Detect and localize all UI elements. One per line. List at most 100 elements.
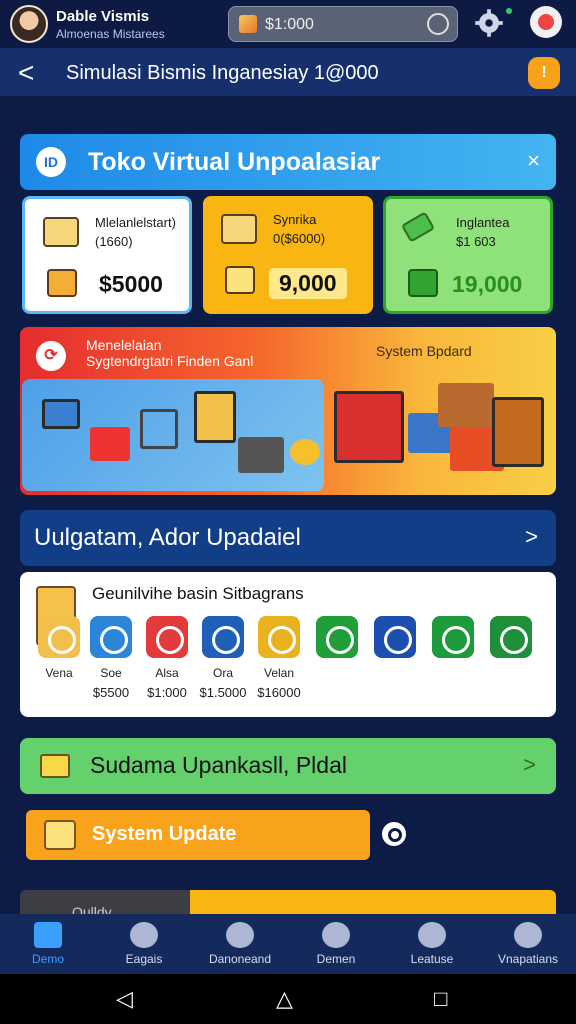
section-title: Uulgatam, Ador Upadaiel: [34, 524, 301, 551]
nav-label: Demen: [316, 952, 356, 966]
stat-label: Inglantea: [456, 215, 510, 230]
chevron-right-icon[interactable]: >: [523, 752, 536, 778]
nav-label: Demo: [31, 952, 64, 966]
cart-icon: [140, 409, 178, 449]
app-tile[interactable]: [374, 616, 416, 658]
nav-item-settings[interactable]: Vnapatians: [480, 914, 576, 974]
mascot-icon[interactable]: [530, 6, 562, 38]
store-illustration: [22, 379, 324, 491]
profile-icon: [322, 922, 350, 948]
refresh-icon[interactable]: [427, 13, 449, 35]
clock-icon[interactable]: [382, 822, 406, 846]
user-name: Dable Vismis: [56, 8, 150, 25]
back-nav-icon[interactable]: ◁: [116, 986, 133, 1012]
faint-link[interactable]: ...: [460, 108, 468, 119]
app-tile[interactable]: [432, 616, 474, 658]
close-icon[interactable]: ×: [527, 148, 540, 174]
chevron-right-icon[interactable]: >: [525, 524, 538, 550]
balance-pill[interactable]: $1:000: [228, 6, 458, 42]
system-update-banner[interactable]: ⟳ Menelelaian Sygtendrgtatri Finden Ganl…: [20, 327, 556, 495]
nav-label: Vnapatians: [497, 952, 559, 966]
nav-item-search[interactable]: Eagais: [96, 914, 192, 974]
app-label: Velan: [263, 666, 295, 680]
system-update-label: System Update: [92, 823, 237, 845]
balance-text: $1:000: [265, 16, 314, 33]
app-tile[interactable]: [146, 616, 188, 658]
app-tile[interactable]: [38, 616, 80, 658]
settings-icon: [514, 922, 542, 948]
green-card-title: Sudama Upankasll, Pldal: [90, 752, 347, 778]
home-nav-icon[interactable]: △: [276, 986, 293, 1012]
android-nav-bar: ◁ △ □: [0, 974, 576, 1024]
banner-subtitle: Sygtendrgtatri Finden Ganl: [86, 353, 254, 369]
page-title: Simulasi Bismis Inganesiay 1@000: [66, 62, 379, 84]
box-icon: [225, 266, 255, 294]
system-update-button[interactable]: System Update: [26, 810, 370, 860]
crate-icon: [408, 269, 438, 297]
notification-dot: [506, 8, 512, 14]
box-icon: [44, 820, 76, 850]
stat-label: Synrika: [273, 212, 317, 227]
bottom-nav: Demo Eagais Danoneand Demen Leatuse Vnapatian…: [0, 914, 576, 974]
app-tile[interactable]: [490, 616, 532, 658]
app-label: Alsa: [155, 666, 179, 680]
stat-sub: $1 603: [456, 234, 496, 249]
app-tile[interactable]: [202, 616, 244, 658]
cart-icon: [90, 427, 130, 461]
store-icon: ID: [36, 147, 66, 177]
document-icon: [221, 214, 257, 244]
back-icon[interactable]: <: [18, 59, 38, 87]
tablet-icon: [194, 391, 236, 443]
app-price: $16000: [257, 685, 301, 700]
nav-item-chat[interactable]: Danoneand: [192, 914, 288, 974]
apps-title: Geunilvihe basin Sitbagrans: [92, 584, 304, 603]
banner-tag: System Bpdard: [376, 343, 472, 359]
machine-icon: [492, 397, 544, 467]
app-tile[interactable]: [258, 616, 300, 658]
stat-value: $5000: [99, 271, 163, 297]
store-card[interactable]: ID Toko Virtual Unpoalasiar ×: [20, 134, 556, 190]
nav-item-profile[interactable]: Demen: [288, 914, 384, 974]
stat-card-3[interactable]: Inglantea $1 603 19,000: [383, 196, 553, 314]
apps-card: Geunilvihe basin Sitbagrans Vena Soe $5500…: [20, 572, 556, 717]
app-price: $1.5000: [199, 685, 247, 700]
monitor-icon: [42, 399, 80, 429]
app-header: < Simulasi Bismis Inganesiay 1@000 !: [0, 48, 576, 98]
folder-icon: [40, 754, 70, 778]
stat-sub: 0($6000): [273, 231, 326, 246]
user-subtitle: Almoenas Mistarees: [56, 27, 165, 41]
app-price: $5500: [92, 685, 130, 700]
recent-apps-icon[interactable]: □: [434, 986, 447, 1012]
banner-title: Menelelaian: [86, 337, 162, 353]
home-icon: [34, 922, 62, 948]
app-tile[interactable]: [316, 616, 358, 658]
globe-icon: [418, 922, 446, 948]
stat-value: 19,000: [452, 271, 523, 297]
search-icon: [130, 922, 158, 948]
register-icon: [238, 437, 284, 473]
document-icon: [43, 217, 79, 247]
nav-label: Danoneand: [208, 952, 272, 966]
gear-icon[interactable]: [474, 8, 504, 38]
section-header[interactable]: Uulgatam, Ador Upadaiel >: [20, 510, 556, 566]
avatar[interactable]: [10, 5, 48, 43]
green-card[interactable]: Sudama Upankasll, Pldal >: [20, 738, 556, 794]
chat-icon: [226, 922, 254, 948]
stat-card-1[interactable]: Mlelanlelstart) (1660) $5000: [22, 196, 192, 314]
coin-icon: [239, 15, 257, 33]
stat-card-2[interactable]: Synrika 0($6000) 9,000: [203, 196, 373, 314]
stat-sub: (1660): [95, 234, 133, 249]
cart-icon: [47, 269, 77, 297]
app-label: Soe: [100, 666, 122, 680]
nav-item-globe[interactable]: Leatuse: [384, 914, 480, 974]
status-bar: Dable Vismis Almoenas Mistarees $1:000: [0, 0, 576, 48]
nav-item-home[interactable]: Demo: [0, 914, 96, 974]
coins-icon: [290, 439, 320, 465]
alert-badge[interactable]: !: [528, 57, 560, 89]
stat-label: Mlelanlelstart): [95, 215, 176, 230]
nav-label: Leatuse: [410, 952, 454, 966]
nav-label: Eagais: [125, 952, 163, 966]
app-label: Ora: [212, 666, 233, 680]
app-tile[interactable]: [90, 616, 132, 658]
sync-icon: ⟳: [36, 341, 66, 371]
